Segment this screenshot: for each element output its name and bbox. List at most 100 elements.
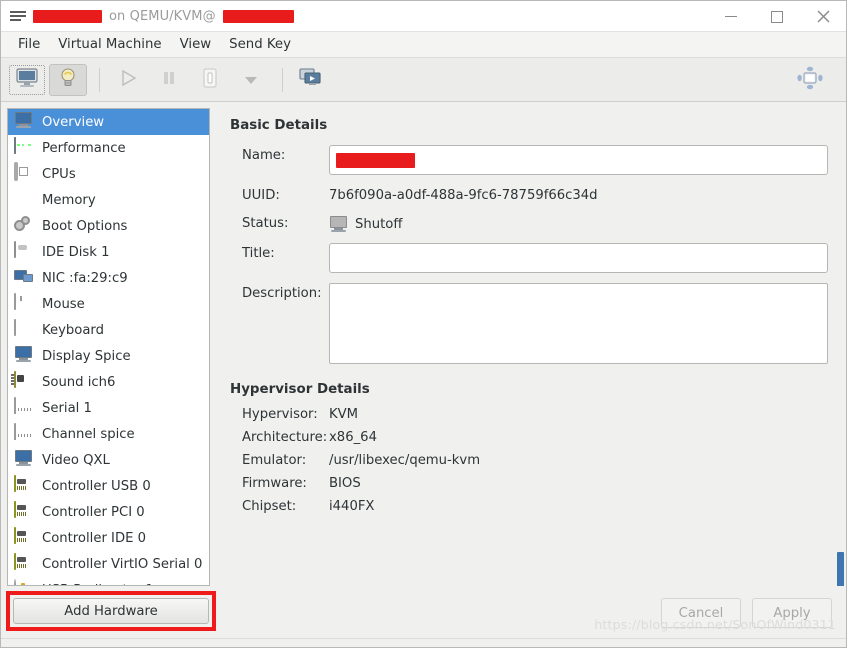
chevron-down-icon bbox=[244, 70, 258, 89]
sidebar-item-cpus[interactable]: CPUs bbox=[8, 161, 209, 187]
controller-icon bbox=[14, 475, 34, 496]
sidebar-item-label: NIC :fa:29:c9 bbox=[42, 270, 128, 286]
cancel-button[interactable]: Cancel bbox=[661, 598, 741, 628]
emulator-value: /usr/libexec/qemu-kvm bbox=[329, 453, 481, 468]
uuid-row: UUID: 7b6f090a-a0df-488a-9fc6-78759f66c3… bbox=[230, 185, 828, 203]
redacted-vm-name bbox=[33, 9, 102, 23]
sidebar-item-label: Controller PCI 0 bbox=[42, 504, 145, 520]
snapshots-icon bbox=[299, 67, 323, 92]
hardware-list[interactable]: Overview Performance CPUs Memory Boot Op bbox=[8, 109, 209, 585]
toolbar-run-button[interactable] bbox=[109, 64, 147, 96]
sidebar-item-controller-virtio-serial-0[interactable]: Controller VirtIO Serial 0 bbox=[8, 551, 209, 577]
serial-icon bbox=[14, 423, 34, 444]
toolbar-console-view-button[interactable] bbox=[8, 64, 46, 96]
sidebar-item-boot-options[interactable]: Boot Options bbox=[8, 213, 209, 239]
play-icon bbox=[118, 68, 138, 92]
display-icon bbox=[14, 450, 34, 470]
hypervisor-label: Hypervisor: bbox=[242, 407, 318, 422]
sidebar-item-usb-redirector-1[interactable]: USB Redirector 1 bbox=[8, 577, 209, 585]
sidebar-item-controller-usb-0[interactable]: Controller USB 0 bbox=[8, 473, 209, 499]
sidebar-item-controller-pci-0[interactable]: Controller PCI 0 bbox=[8, 499, 209, 525]
architecture-row: Architecture: x86_64 bbox=[230, 430, 828, 445]
minimize-icon[interactable] bbox=[708, 1, 754, 32]
close-icon[interactable] bbox=[800, 1, 846, 32]
menu-view[interactable]: View bbox=[171, 34, 221, 55]
sidebar-item-label: Serial 1 bbox=[42, 400, 92, 416]
sidebar-item-display-spice[interactable]: Display Spice bbox=[8, 343, 209, 369]
keyboard-icon bbox=[14, 319, 34, 340]
toolbar-separator-1 bbox=[99, 67, 100, 92]
toolbar-shutdown-button[interactable] bbox=[191, 64, 229, 96]
sidebar-item-serial-1[interactable]: Serial 1 bbox=[8, 395, 209, 421]
toolbar-fullscreen-button[interactable] bbox=[791, 64, 829, 96]
hypervisor-details-heading: Hypervisor Details bbox=[230, 382, 370, 397]
toolbar-details-view-button[interactable] bbox=[49, 63, 87, 96]
controller-icon bbox=[14, 527, 34, 548]
firmware-label: Firmware: bbox=[242, 476, 307, 491]
content-area: Overview Performance CPUs Memory Boot Op bbox=[1, 102, 846, 594]
sidebar-item-memory[interactable]: Memory bbox=[8, 187, 209, 213]
monitor-icon bbox=[14, 112, 34, 132]
menu-virtual-machine[interactable]: Virtual Machine bbox=[49, 34, 170, 55]
architecture-value: x86_64 bbox=[329, 430, 377, 445]
menu-send-key[interactable]: Send Key bbox=[220, 34, 300, 55]
sidebar-item-label: USB Redirector 1 bbox=[42, 583, 154, 586]
menu-file[interactable]: File bbox=[9, 34, 49, 55]
serial-icon bbox=[14, 397, 34, 418]
toolbar-pause-button[interactable] bbox=[150, 64, 188, 96]
sidebar-item-label: IDE Disk 1 bbox=[42, 244, 110, 260]
details-scrollbar[interactable] bbox=[833, 108, 846, 594]
add-hardware-button[interactable]: Add Hardware bbox=[13, 598, 209, 624]
sidebar-item-channel-spice[interactable]: Channel spice bbox=[8, 421, 209, 447]
sidebar-item-label: CPUs bbox=[42, 166, 76, 182]
footer-bar: Add Hardware Cancel Apply https://blog.c… bbox=[1, 586, 846, 638]
sidebar-item-mouse[interactable]: Mouse bbox=[8, 291, 209, 317]
sidebar-item-keyboard[interactable]: Keyboard bbox=[8, 317, 209, 343]
sidebar-item-label: Memory bbox=[42, 192, 96, 208]
cpu-icon bbox=[14, 162, 34, 184]
redacted-host-name bbox=[222, 9, 294, 23]
name-label: Name: bbox=[242, 148, 286, 163]
sidebar-item-ide-disk-1[interactable]: IDE Disk 1 bbox=[8, 239, 209, 265]
toolbar-snapshots-button[interactable] bbox=[292, 64, 330, 96]
sidebar-item-overview[interactable]: Overview bbox=[8, 109, 209, 135]
chipset-row: Chipset: i440FX bbox=[230, 499, 828, 514]
sidebar-item-label: Controller USB 0 bbox=[42, 478, 151, 494]
hypervisor-value: KVM bbox=[329, 407, 359, 422]
apply-button[interactable]: Apply bbox=[752, 598, 832, 628]
window-controls bbox=[708, 1, 846, 32]
power-icon bbox=[200, 67, 220, 93]
usb-redirector-icon bbox=[14, 579, 34, 585]
performance-icon bbox=[14, 137, 34, 158]
redacted-name-value bbox=[336, 152, 415, 168]
title-input[interactable] bbox=[329, 243, 828, 273]
name-row: Name: bbox=[230, 145, 828, 175]
lightbulb-icon bbox=[57, 67, 79, 93]
status-value-group: Shutoff bbox=[329, 213, 402, 233]
sidebar-item-controller-ide-0[interactable]: Controller IDE 0 bbox=[8, 525, 209, 551]
controller-icon bbox=[14, 501, 34, 522]
controller-icon bbox=[14, 553, 34, 574]
sidebar-item-video-qxl[interactable]: Video QXL bbox=[8, 447, 209, 473]
architecture-label: Architecture: bbox=[242, 430, 328, 445]
sidebar-item-label: Channel spice bbox=[42, 426, 135, 442]
sidebar-item-performance[interactable]: Performance bbox=[8, 135, 209, 161]
title-row: Title: bbox=[230, 243, 828, 273]
sidebar-item-label: Mouse bbox=[42, 296, 85, 312]
status-label: Status: bbox=[242, 216, 289, 231]
sidebar-item-nic[interactable]: NIC :fa:29:c9 bbox=[8, 265, 209, 291]
name-input[interactable] bbox=[329, 145, 828, 175]
toolbar-shutdown-menu-button[interactable] bbox=[232, 64, 270, 96]
sound-icon bbox=[14, 371, 34, 392]
sidebar-item-label: Video QXL bbox=[42, 452, 110, 468]
description-textarea[interactable] bbox=[329, 283, 828, 364]
description-label: Description: bbox=[242, 286, 322, 301]
hardware-list-panel: Overview Performance CPUs Memory Boot Op bbox=[7, 108, 210, 586]
basic-details-heading: Basic Details bbox=[230, 118, 328, 133]
firmware-value: BIOS bbox=[329, 476, 361, 491]
hypervisor-row: Hypervisor: KVM bbox=[230, 407, 828, 422]
status-bar bbox=[1, 638, 846, 647]
sidebar-item-sound-ich6[interactable]: Sound ich6 bbox=[8, 369, 209, 395]
display-icon bbox=[14, 346, 34, 366]
maximize-icon[interactable] bbox=[754, 1, 800, 32]
